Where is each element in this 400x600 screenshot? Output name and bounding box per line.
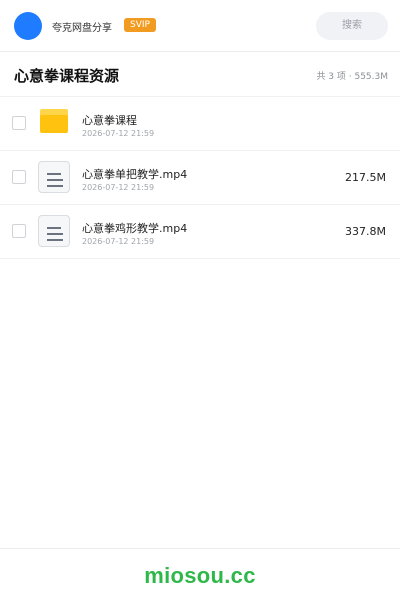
app-header: 夸克网盘分享 SVIP 搜索: [0, 0, 400, 52]
file-size: 217.5M: [345, 171, 386, 184]
footer: miosou.cc: [0, 548, 400, 600]
title-bar: 心意拳课程资源 共 3 项 · 555.3M: [0, 53, 400, 97]
select-checkbox[interactable]: [12, 224, 26, 238]
file-name: 心意拳单把教学.mp4: [82, 168, 188, 181]
site-brand[interactable]: miosou.cc: [0, 563, 400, 589]
file-date: 2026-07-12 21:59: [82, 183, 155, 192]
user-name: 夸克网盘分享: [52, 23, 112, 34]
file-date: 2026-07-12 21:59: [82, 129, 155, 138]
list-item[interactable]: 心意拳课程 2026-07-12 21:59: [0, 97, 400, 151]
select-checkbox[interactable]: [12, 170, 26, 184]
file-date: 2026-07-12 21:59: [82, 237, 155, 246]
file-list: 心意拳课程 2026-07-12 21:59 心意拳单把教学.mp4 2026-…: [0, 97, 400, 259]
video-file-icon: [38, 161, 70, 193]
file-name: 心意拳鸡形教学.mp4: [82, 222, 188, 235]
file-size: 337.8M: [345, 225, 386, 238]
file-name: 心意拳课程: [82, 114, 137, 127]
list-item[interactable]: 心意拳鸡形教学.mp4 2026-07-12 21:59 337.8M: [0, 205, 400, 259]
video-file-icon: [38, 215, 70, 247]
search-input[interactable]: 搜索: [316, 12, 388, 40]
svip-badge: SVIP: [124, 18, 156, 32]
select-checkbox[interactable]: [12, 116, 26, 130]
page-title: 心意拳课程资源: [14, 67, 120, 85]
avatar[interactable]: [14, 12, 42, 40]
item-summary: 共 3 项 · 555.3M: [316, 72, 388, 82]
list-item[interactable]: 心意拳单把教学.mp4 2026-07-12 21:59 217.5M: [0, 151, 400, 205]
folder-icon: [38, 107, 70, 139]
